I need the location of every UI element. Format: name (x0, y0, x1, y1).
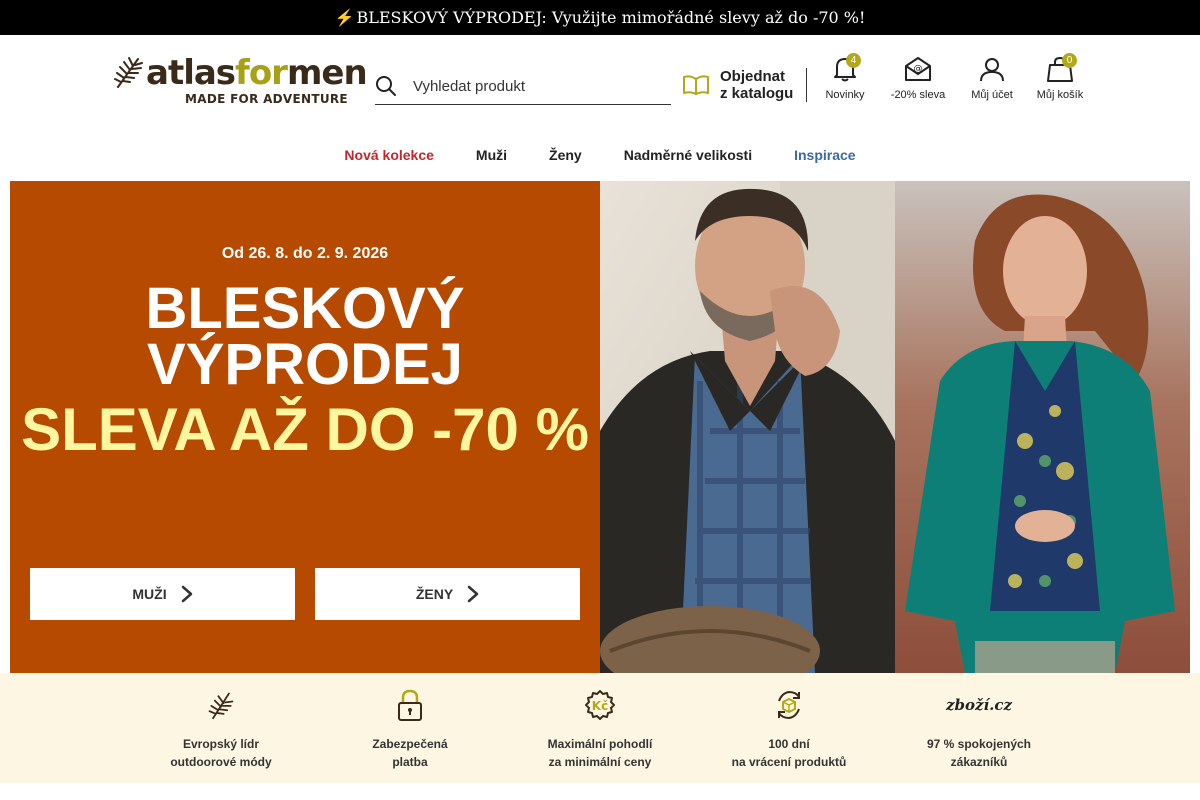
logo-text-atlas: atlas (146, 53, 236, 93)
benefit-customer-satisfaction: zboží.cz 97 % spokojených zákazníků (879, 689, 1079, 771)
benefit-5-line1: 97 % spokojených (926, 737, 1032, 751)
benefit-secure-payment: Zabezpečená platba (310, 689, 510, 771)
lightning-icon: ⚡ (334, 8, 355, 27)
hero-women-photo[interactable] (895, 181, 1190, 673)
shop-women-label: ŽENY (415, 586, 454, 602)
fern-logo-icon (114, 57, 143, 88)
account-button[interactable]: Můj účet (964, 55, 1020, 101)
site-header: atlasformen MADE FOR ADVENTURE Objednat … (0, 35, 1200, 135)
catalog-line1: Objednat (720, 68, 786, 85)
divider (806, 68, 807, 102)
nav-item-new-collection[interactable]: Nová kolekce (344, 147, 434, 163)
shop-men-label: MUŽI (132, 586, 167, 602)
search-bar[interactable] (375, 68, 671, 105)
search-input[interactable] (413, 77, 653, 95)
svg-text:Kč: Kč (592, 699, 608, 713)
open-book-icon (683, 75, 709, 95)
news-badge: 4 (846, 53, 861, 68)
discount-button[interactable]: @ -20% sleva (884, 55, 952, 101)
promo-banner-text: BLESKOVÝ VÝPRODEJ: Využijte mimořádné sl… (356, 8, 866, 27)
svg-text:@: @ (914, 64, 923, 74)
cart-button[interactable]: 0 Můj košík (1032, 53, 1088, 101)
news-button[interactable]: 4 Novinky (820, 53, 870, 101)
padlock-icon (398, 689, 422, 721)
user-icon (980, 58, 1004, 82)
czk-price-icon: Kč (585, 690, 615, 720)
hero-subtitle: SLEVA AŽ DO -70 % (21, 396, 589, 463)
benefit-4-line1: 100 dní (768, 737, 810, 751)
hero-date: Od 26. 8. do 2. 9. 2026 (221, 245, 389, 262)
site-logo[interactable]: atlasformen MADE FOR ADVENTURE (112, 53, 368, 113)
benefit-2-line1: Zabezpečená (372, 737, 448, 751)
account-label: Můj účet (971, 89, 1013, 101)
benefit-european-leader: Evropský lídr outdoorové módy (121, 689, 321, 771)
benefit-comfort-prices: Kč Maximální pohodlí za minimální ceny (500, 689, 700, 771)
zbozi-logo: zboží.cz (945, 696, 1013, 714)
nav-item-inspiration[interactable]: Inspirace (794, 147, 855, 163)
return-box-icon (778, 690, 800, 720)
benefit-1-line2: outdoorové módy (170, 755, 272, 769)
discount-label: -20% sleva (890, 89, 946, 101)
nav-item-men[interactable]: Muži (476, 147, 507, 163)
benefit-3-line2: za minimální ceny (548, 755, 652, 769)
logo-tagline: MADE FOR ADVENTURE (185, 92, 348, 106)
chevron-right-icon (467, 585, 479, 603)
promo-banner[interactable]: ⚡ BLESKOVÝ VÝPRODEJ: Využijte mimořádné … (0, 0, 1200, 35)
benefits-bar: Evropský lídr outdoorové módy Zabezpečen… (0, 673, 1200, 783)
hero-promo-panel: Od 26. 8. do 2. 9. 2026 BLESKOVÝ VÝPRODE… (10, 181, 600, 673)
benefit-1-line1: Evropský lídr (182, 737, 260, 751)
shop-women-button[interactable]: ŽENY (315, 568, 580, 620)
nav-item-women[interactable]: Ženy (549, 147, 582, 163)
benefit-2-line2: platba (392, 755, 428, 769)
search-icon[interactable] (375, 75, 397, 97)
logo-text-men: men (286, 53, 368, 93)
catalog-line2: z katalogu (720, 85, 794, 102)
benefit-3-line1: Maximální pohodlí (547, 737, 653, 751)
hero-title: BLESKOVÝ VÝPRODEJ (10, 276, 600, 397)
hero-title-line2: VÝPRODEJ (147, 332, 463, 397)
hero-title-line1: BLESKOVÝ (145, 276, 465, 341)
email-discount-icon: @ (905, 57, 931, 81)
benefit-100-day-returns: 100 dní na vrácení produktů (689, 689, 889, 771)
order-from-catalog-link[interactable]: Objednat z katalogu (682, 68, 807, 102)
main-nav: Nová kolekce Muži Ženy Nadměrné velikost… (0, 135, 1200, 175)
fern-icon (208, 692, 234, 720)
cart-label: Můj košík (1036, 89, 1084, 101)
news-label: Novinky (825, 89, 865, 101)
cart-badge: 0 (1062, 53, 1077, 68)
benefit-4-line2: na vrácení produktů (731, 755, 847, 769)
hero-men-photo[interactable] (600, 181, 895, 673)
benefit-5-line2: zákazníků (950, 755, 1008, 769)
logo-text-for: for (235, 53, 288, 93)
nav-item-plus-sizes[interactable]: Nadměrné velikosti (624, 147, 752, 163)
chevron-right-icon (181, 585, 192, 603)
shop-men-button[interactable]: MUŽI (30, 568, 295, 620)
